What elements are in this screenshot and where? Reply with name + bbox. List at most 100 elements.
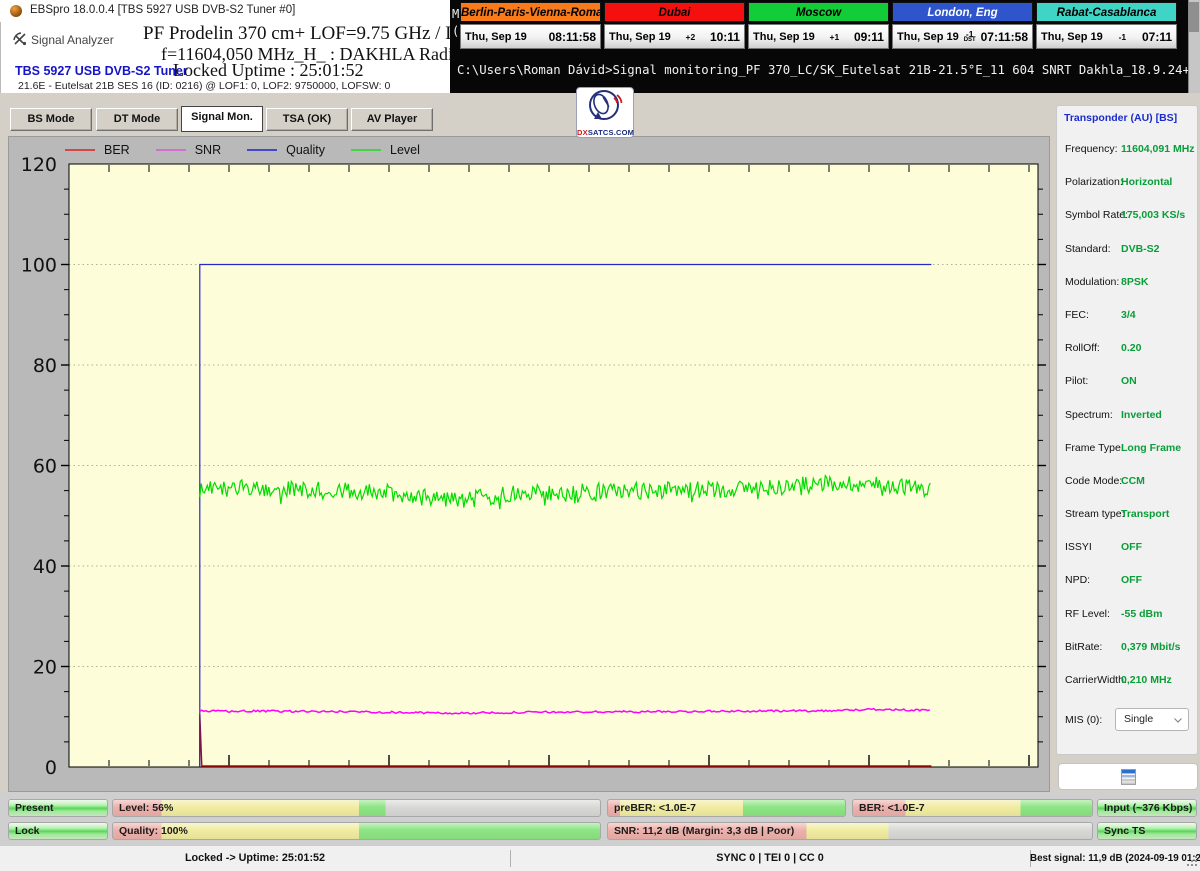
snr-gauge: SNR: 11,2 dB (Margin: 3,3 dB | Poor) [607, 822, 1093, 840]
transponder-row-value: 11604,091 MHz [1121, 143, 1195, 155]
clock-utc-offset: -1 DST [963, 28, 976, 44]
tab-av-player[interactable]: AV Player [351, 108, 433, 131]
transponder-row: Polarization: Horizontal [1057, 168, 1199, 201]
tab-signal-mon[interactable]: Signal Mon. [181, 106, 263, 132]
clock-cell: London, Eng Thu, Sep 19 -1 DST 07:11:58 [892, 2, 1033, 49]
transponder-row-label: RF Level: [1065, 607, 1110, 620]
transponder-row-value: 0,379 Mbit/s [1121, 640, 1181, 653]
svg-text:100: 100 [21, 255, 57, 277]
transponder-row-label: Modulation: [1065, 275, 1120, 288]
clock-cell: Rabat-Casablanca Thu, Sep 19 -1 07:11 [1036, 2, 1177, 49]
transponder-row-label: Stream type: [1065, 508, 1125, 521]
transponder-row-label: RollOff: [1065, 342, 1100, 355]
transponder-row: CarrierWidth: 0,210 MHz [1057, 666, 1199, 699]
clock-time: 10:11 [709, 29, 740, 44]
locked-uptime: Locked Uptime : 25:01:52 [173, 60, 364, 80]
clock-time-row: Thu, Sep 19 -1 DST 07:11:58 [892, 24, 1033, 49]
transponder-row-value: Horizontal [1121, 176, 1173, 189]
clock-city-label: Berlin-Paris-Vienna-Roma [460, 2, 601, 22]
transponder-row-label: BitRate: [1065, 640, 1103, 653]
input-indicator: Input (~376 Kbps) [1097, 799, 1197, 817]
svg-text:120: 120 [21, 154, 57, 176]
transponder-row-label: Frequency: [1065, 143, 1118, 155]
screen: { "window": { "title": "EBSpro 18.0.0.4 … [0, 0, 1200, 871]
window-title: EBSpro 18.0.0.4 [TBS 5927 USB DVB-S2 Tun… [30, 4, 296, 16]
satellite-info: 21.6E - Eutelsat 21B SES 16 (ID: 0216) @… [18, 80, 391, 92]
transponder-row-label: Code Mode: [1065, 474, 1123, 487]
clock-city-label: Dubai [604, 2, 745, 22]
transponder-row-value: OFF [1121, 541, 1142, 554]
tab-tsa[interactable]: TSA (OK) [266, 108, 348, 131]
clock-time: 07:11 [1141, 29, 1172, 44]
clock-time-row: Thu, Sep 19 +1 09:11 [748, 24, 889, 49]
clock-date: Thu, Sep 19 [609, 30, 671, 43]
svg-text:20: 20 [33, 657, 57, 679]
transponder-row-label: Polarization: [1065, 176, 1123, 189]
sync-ts-indicator: Sync TS [1097, 822, 1197, 840]
clock-date: Thu, Sep 19 [1041, 30, 1103, 43]
clock-city-label: Rabat-Casablanca [1036, 2, 1177, 22]
preber-gauge: preBER: <1.0E-7 [607, 799, 846, 817]
svg-text:40: 40 [33, 556, 57, 578]
ts-data-button[interactable] [1058, 763, 1198, 790]
signal-chart: BER SNR Quality Level 0 20 40 60 80 100 120 [8, 136, 1050, 792]
transponder-rows: Frequency: 11604,091 MHz Polarization: H… [1057, 135, 1199, 699]
clock-time-row: Thu, Sep 19 -1 07:11 [1036, 24, 1177, 49]
statusbar-sync-counters: SYNC 0 | TEI 0 | CC 0 [716, 852, 824, 864]
tab-dt-mode[interactable]: DT Mode [96, 108, 178, 131]
present-indicator: Present [8, 799, 108, 817]
console-scrollbar-thumb[interactable] [1189, 2, 1199, 32]
clock-time-row: Thu, Sep 19 +2 10:11 [604, 24, 745, 49]
transponder-row-value: 0,210 MHz [1121, 674, 1172, 686]
transponder-row-label: Spectrum: [1065, 408, 1113, 421]
statusbar-best-signal: Best signal: 11,9 dB (2024-09-19 01:22) [1030, 853, 1200, 864]
mis-selected-value: Single [1124, 713, 1154, 725]
statusbar-uptime: Locked -> Uptime: 25:01:52 [184, 852, 326, 864]
mis-select[interactable]: Single [1115, 708, 1189, 731]
dxsatcs-logo-text: DXSATCS.COM [577, 128, 635, 137]
antenna-title: PF Prodelin 370 cm+ LOF=9.75 GHz / Lucen… [143, 23, 583, 44]
clock-time: 09:11 [853, 29, 884, 44]
clock-cell: Moscow Thu, Sep 19 +1 09:11 [748, 2, 889, 49]
transponder-row-value: 3/4 [1121, 308, 1136, 321]
signal-analyzer-header: Signal Analyzer PF Prodelin 370 cm+ LOF=… [0, 22, 583, 93]
mis-label: MIS (0): [1065, 714, 1103, 726]
dxsatcs-logo: DXSATCS.COM [576, 87, 634, 138]
svg-text:80: 80 [33, 355, 57, 377]
transponder-row-value: OFF [1121, 574, 1142, 587]
lock-indicator: Lock [8, 822, 108, 840]
clock-city-label: Moscow [748, 2, 889, 22]
console-prompt-line: C:\Users\Roman Dávid>Signal monitoring_P… [457, 63, 1190, 77]
tab-bs-mode[interactable]: BS Mode [10, 108, 92, 131]
transponder-row-label: CarrierWidth: [1065, 674, 1127, 686]
world-clock-widget: Berlin-Paris-Vienna-Roma Thu, Sep 19 08:… [460, 2, 1177, 49]
transponder-row-label: NPD: [1065, 574, 1091, 587]
transponder-row: Stream type: Transport [1057, 500, 1199, 533]
svg-text:60: 60 [33, 456, 57, 478]
clock-utc-offset: +2 [685, 31, 696, 42]
dxsatcs-dish-icon [589, 90, 623, 120]
transponder-row: Modulation: 8PSK [1057, 268, 1199, 301]
quality-gauge: Quality: 100% [112, 822, 601, 840]
transponder-row-label: Standard: [1065, 242, 1111, 255]
satellite-dish-icon [13, 32, 27, 46]
transponder-row: BitRate: 0,379 Mbit/s [1057, 633, 1199, 666]
transponder-row-label: FEC: [1065, 308, 1089, 321]
clock-time: 08:11:58 [548, 29, 596, 44]
clock-date: Thu, Sep 19 [897, 30, 959, 43]
clock-time: 07:11:58 [980, 29, 1028, 44]
clock-cell: Berlin-Paris-Vienna-Roma Thu, Sep 19 08:… [460, 2, 601, 49]
transponder-panel: Transponder (AU) [BS] Frequency: 11604,0… [1056, 105, 1198, 755]
transponder-row: Standard: DVB-S2 [1057, 235, 1199, 268]
transponder-row-label: ISSYI [1065, 541, 1092, 554]
transponder-row-label: Pilot: [1065, 375, 1089, 388]
resize-grip[interactable] [1185, 854, 1197, 866]
transponder-row-value: Transport [1121, 508, 1170, 521]
analyzer-label: Signal Analyzer [31, 33, 114, 47]
transponder-row: NPD: OFF [1057, 566, 1199, 599]
transponder-row-value: 8PSK [1121, 275, 1149, 288]
transponder-row: Frequency: 11604,091 MHz [1057, 135, 1199, 168]
svg-text:0: 0 [45, 757, 57, 779]
transponder-row: Frame Type: Long Frame [1057, 434, 1199, 467]
transponder-row: Pilot: ON [1057, 367, 1199, 400]
